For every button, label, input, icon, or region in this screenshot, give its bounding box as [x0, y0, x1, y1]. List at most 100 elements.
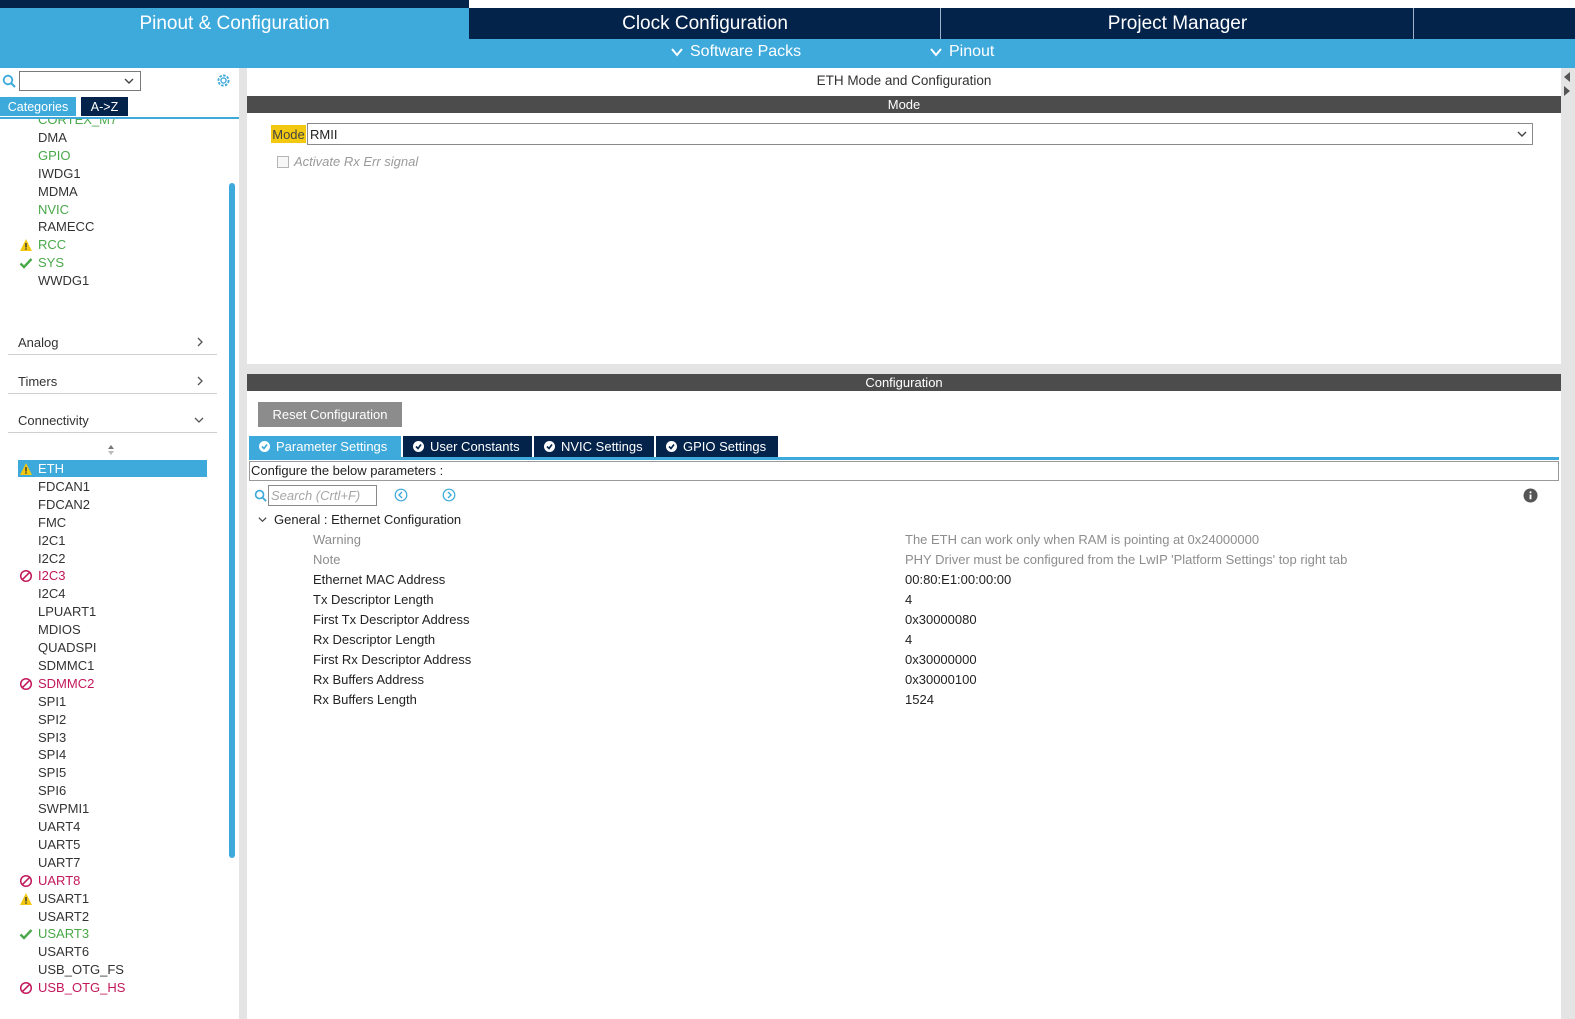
tree-item-ramecc[interactable]: RAMECC [38, 218, 94, 236]
tree-item-quadspi[interactable]: QUADSPI [38, 639, 97, 657]
tree-item-rcc[interactable]: RCC [38, 236, 66, 254]
parameter-value[interactable]: 4 [905, 632, 912, 647]
warning-icon [20, 239, 32, 252]
tab-pinout-configuration[interactable]: Pinout & Configuration [0, 8, 469, 39]
tree-item-i2c2[interactable]: I2C2 [38, 550, 65, 568]
tab-gpio-settings[interactable]: GPIO Settings [656, 436, 778, 457]
tree-item-lpuart1[interactable]: LPUART1 [38, 603, 96, 621]
component-search-input[interactable] [19, 71, 141, 91]
tree-item-mdma[interactable]: MDMA [38, 183, 78, 201]
tree-item-uart8[interactable]: UART8 [38, 872, 80, 890]
splitter[interactable] [247, 364, 1561, 374]
tree-item-i2c4[interactable]: I2C4 [38, 585, 65, 603]
parameter-row[interactable]: Tx Descriptor Length 4 [247, 590, 1561, 610]
pinout-menu[interactable]: Pinout [929, 43, 994, 61]
tab-project-manager[interactable]: Project Manager [942, 8, 1414, 39]
parameter-row[interactable]: Note PHY Driver must be configured from t… [247, 550, 1561, 570]
tab-clock-configuration[interactable]: Clock Configuration [470, 8, 941, 39]
tab-user-constants[interactable]: User Constants [403, 436, 532, 457]
chevron-down-icon [930, 48, 942, 57]
sort-icon[interactable] [106, 444, 116, 456]
gear-icon[interactable] [215, 72, 232, 89]
tree-item-usart2[interactable]: USART2 [38, 908, 89, 926]
configure-caption: Configure the below parameters : [249, 461, 1559, 481]
configuration-tabs-underline [249, 457, 1559, 460]
rx-err-checkbox[interactable] [277, 155, 289, 168]
info-icon[interactable] [1523, 488, 1538, 503]
tree-item-uart5[interactable]: UART5 [38, 836, 80, 854]
parameter-row[interactable]: Ethernet MAC Address 00:80:E1:00:00:00 [247, 570, 1561, 590]
tab-a-to-z[interactable]: A->Z [81, 97, 128, 116]
parameter-row[interactable]: Warning The ETH can work only when RAM is… [247, 530, 1561, 550]
tree-item-swpmi1[interactable]: SWPMI1 [38, 800, 89, 818]
tree-item-wwdg1[interactable]: WWDG1 [38, 272, 89, 290]
software-packs-menu[interactable]: Software Packs [670, 43, 801, 61]
parameter-value[interactable]: PHY Driver must be configured from the L… [905, 552, 1347, 567]
tree-item-usart3[interactable]: USART3 [38, 925, 89, 943]
tree-item-spi2[interactable]: SPI2 [38, 711, 66, 729]
tree-item-gpio[interactable]: GPIO [38, 147, 71, 165]
parameter-value[interactable]: 4 [905, 592, 912, 607]
warning-icon [20, 892, 32, 905]
right-sidebar-edge [1561, 68, 1575, 1019]
tree-item-spi3[interactable]: SPI3 [38, 729, 66, 747]
parameter-value[interactable]: 0x30000000 [905, 652, 977, 667]
mode-select[interactable]: RMII [307, 123, 1533, 145]
tab-categories[interactable]: Categories [0, 97, 76, 116]
panel-divider[interactable] [239, 68, 247, 1019]
tree-scrollbar[interactable] [229, 183, 235, 858]
tree-item-eth[interactable]: ETH [38, 460, 64, 478]
tree-item-fdcan2[interactable]: FDCAN2 [38, 496, 90, 514]
parameter-row[interactable]: Rx Buffers Address 0x30000100 [247, 670, 1561, 690]
parameter-value[interactable]: 0x30000100 [905, 672, 977, 687]
tree-item-mdios[interactable]: MDIOS [38, 621, 81, 639]
tree-item-spi1[interactable]: SPI1 [38, 693, 66, 711]
parameter-row[interactable]: Rx Buffers Length 1524 [247, 690, 1561, 710]
tree-item-usart1[interactable]: USART1 [38, 890, 89, 908]
tree-item-uart7[interactable]: UART7 [38, 854, 80, 872]
tree-item-nvic[interactable]: NVIC [38, 201, 69, 219]
parameter-row[interactable]: Rx Descriptor Length 4 [247, 630, 1561, 650]
tree-item-usb_otg_fs[interactable]: USB_OTG_FS [38, 961, 124, 979]
tree-item-usb_otg_hs[interactable]: USB_OTG_HS [38, 979, 125, 997]
tree-item-cortex_m7[interactable]: CORTEX_M7 [38, 119, 117, 129]
next-result-icon[interactable] [442, 488, 456, 502]
parameter-value[interactable]: The ETH can work only when RAM is pointi… [905, 532, 1259, 547]
tree-item-spi4[interactable]: SPI4 [38, 746, 66, 764]
pinout-menu-label: Pinout [949, 43, 995, 60]
tree-item-usart6[interactable]: USART6 [38, 943, 89, 961]
reset-configuration-button[interactable]: Reset Configuration [258, 402, 402, 427]
tree-item-fmc[interactable]: FMC [38, 514, 66, 532]
parameter-name: Note [313, 552, 341, 567]
tab-nvic-settings[interactable]: NVIC Settings [534, 436, 654, 457]
tree-item-i2c1[interactable]: I2C1 [38, 532, 65, 550]
tree-item-i2c3[interactable]: I2C3 [38, 567, 65, 585]
tree-item-dma[interactable]: DMA [38, 129, 67, 147]
tree-item-sdmmc1[interactable]: SDMMC1 [38, 657, 94, 675]
blocked-icon [19, 874, 33, 887]
parameter-value[interactable]: 00:80:E1:00:00:00 [905, 572, 1011, 587]
tree-item-iwdg1[interactable]: IWDG1 [38, 165, 81, 183]
tree-item-fdcan1[interactable]: FDCAN1 [38, 478, 90, 496]
category-connectivity[interactable]: Connectivity [8, 409, 217, 433]
group-general-ethernet[interactable]: General : Ethernet Configuration [257, 512, 461, 527]
previous-result-icon[interactable] [394, 488, 408, 502]
tree-item-sys[interactable]: SYS [38, 254, 64, 272]
tree-item-sdmmc2[interactable]: SDMMC2 [38, 675, 94, 693]
parameter-search-input[interactable]: Search (Crtl+F) [268, 485, 377, 506]
tree-item-uart4[interactable]: UART4 [38, 818, 80, 836]
search-icon [254, 489, 267, 502]
rx-err-option[interactable]: Activate Rx Err signal [277, 154, 418, 169]
tree-item-spi6[interactable]: SPI6 [38, 782, 66, 800]
parameter-row[interactable]: First Rx Descriptor Address 0x30000000 [247, 650, 1561, 670]
category-timers[interactable]: Timers [8, 370, 217, 394]
parameter-row[interactable]: First Tx Descriptor Address 0x30000080 [247, 610, 1561, 630]
parameter-value[interactable]: 0x30000080 [905, 612, 977, 627]
category-analog[interactable]: Analog [8, 331, 217, 355]
tab-parameter-settings[interactable]: Parameter Settings [249, 436, 401, 457]
parameter-value[interactable]: 1524 [905, 692, 934, 707]
tree-item-spi5[interactable]: SPI5 [38, 764, 66, 782]
blocked-icon [19, 677, 33, 690]
collapse-arrows-icon[interactable] [1562, 71, 1572, 97]
component-tree-panel: Categories A->Z CORTEX_M7 DMA GPIO IWDG1 MDM… [0, 68, 239, 1019]
